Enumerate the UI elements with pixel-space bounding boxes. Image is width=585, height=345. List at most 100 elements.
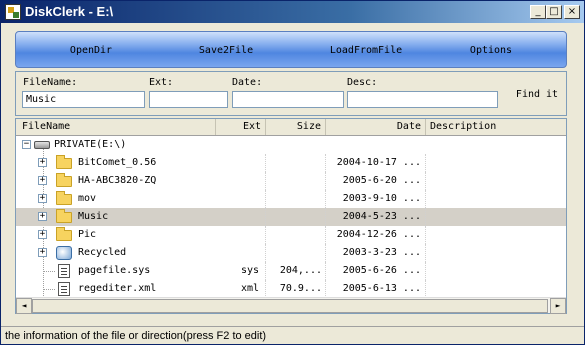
- tree-row[interactable]: + Recycled 2003-3-23 ...: [16, 244, 566, 262]
- column-header-description[interactable]: Description: [426, 119, 566, 135]
- tree-connector-line: [43, 289, 55, 290]
- tree-row-name: HA-ABC3820-ZQ: [78, 175, 157, 186]
- tree-row[interactable]: + Pic 2004-12-26 ...: [16, 226, 566, 244]
- tree-row-ext: [216, 244, 266, 262]
- tree-row-size: [266, 208, 326, 226]
- tree-row-description: [426, 262, 566, 280]
- save-to-file-button[interactable]: Save2File: [181, 32, 271, 69]
- tree-row-name: pagefile.sys: [78, 265, 151, 276]
- expand-icon[interactable]: +: [38, 158, 47, 167]
- tree-row-name: Recycled: [78, 247, 127, 258]
- folder-icon: [56, 155, 72, 169]
- tree-root-row[interactable]: − PRIVATE(E:\): [16, 136, 566, 154]
- tree-row-size: 204,...: [266, 262, 326, 280]
- tree-row[interactable]: + mov 2003-9-10 ...: [16, 190, 566, 208]
- scrollbar-thumb[interactable]: [32, 299, 548, 313]
- toolbar: OpenDir Save2File LoadFromFile Options: [15, 31, 567, 68]
- column-header-size[interactable]: Size: [266, 119, 326, 135]
- tree-row-date: 2005-6-13 ...: [326, 280, 426, 298]
- maximize-button[interactable]: □: [546, 5, 562, 19]
- expand-icon[interactable]: +: [38, 194, 47, 203]
- file-tree[interactable]: FileName Ext Size Date Description − PRI…: [15, 118, 567, 314]
- tree-row-date: 2004-12-26 ...: [326, 226, 426, 244]
- expand-icon[interactable]: +: [38, 248, 47, 257]
- scroll-left-arrow-icon[interactable]: ◄: [16, 298, 32, 314]
- scroll-right-arrow-icon[interactable]: ►: [550, 298, 566, 314]
- desc-label: Desc:: [347, 77, 378, 88]
- tree-row-size: [266, 244, 326, 262]
- tree-row-description: [426, 226, 566, 244]
- tree-row-ext: sys: [216, 262, 266, 280]
- date-label: Date:: [232, 77, 263, 88]
- column-header-ext[interactable]: Ext: [216, 119, 266, 135]
- column-header: FileName Ext Size Date Description: [16, 119, 566, 136]
- desc-input[interactable]: [347, 91, 498, 108]
- file-name-label: FileName:: [23, 77, 78, 88]
- tree-row-date: 2004-10-17 ...: [326, 154, 426, 172]
- app-window: DiskClerk - E:\ _ □ × OpenDir Save2File …: [0, 0, 585, 345]
- tree-row-name: Pic: [78, 229, 97, 240]
- file-name-input[interactable]: [22, 91, 145, 108]
- folder-icon: [56, 209, 72, 223]
- tree-connector-line: [43, 271, 55, 272]
- status-text: the information of the file or direction…: [5, 330, 267, 342]
- document-file-icon: [58, 282, 70, 296]
- tree-row-ext: [216, 172, 266, 190]
- find-it-button[interactable]: Find it: [511, 89, 563, 103]
- app-logo-icon[interactable]: [5, 4, 21, 20]
- ext-label: Ext:: [149, 77, 174, 88]
- tree-row-ext: [216, 154, 266, 172]
- title-bar[interactable]: DiskClerk - E:\ _ □ ×: [1, 1, 584, 23]
- tree-row-date: 2003-3-23 ...: [326, 244, 426, 262]
- system-file-icon: [58, 264, 70, 278]
- tree-row-description: [426, 190, 566, 208]
- search-panel: FileName: Ext: Date: Desc: Find it: [15, 71, 567, 116]
- tree-row-ext: xml: [216, 280, 266, 298]
- tree-row-name: regediter.xml: [78, 283, 157, 294]
- folder-icon: [56, 191, 72, 205]
- tree-row-size: [266, 226, 326, 244]
- tree-row-ext: [216, 208, 266, 226]
- tree-row[interactable]: regediter.xml xml 70.9... 2005-6-13 ...: [16, 280, 566, 298]
- drive-icon: [34, 141, 50, 149]
- tree-row-date: 2005-6-26 ...: [326, 262, 426, 280]
- tree-row-size: [266, 172, 326, 190]
- horizontal-scrollbar[interactable]: ◄ ►: [16, 297, 566, 314]
- tree-row-name: mov: [78, 193, 97, 204]
- tree-row[interactable]: + Music 2004-5-23 ...: [16, 208, 566, 226]
- expand-icon[interactable]: +: [38, 212, 47, 221]
- tree-row-date: 2004-5-23 ...: [326, 208, 426, 226]
- options-button[interactable]: Options: [446, 32, 536, 69]
- folder-icon: [56, 227, 72, 241]
- load-from-file-button[interactable]: LoadFromFile: [306, 32, 426, 69]
- tree-row[interactable]: + HA-ABC3820-ZQ 2005-6-20 ...: [16, 172, 566, 190]
- tree-row-size: 70.9...: [266, 280, 326, 298]
- root-drive-label: PRIVATE(E:\): [54, 139, 127, 150]
- status-bar: the information of the file or direction…: [1, 326, 584, 344]
- tree-row-size: [266, 154, 326, 172]
- tree-row-date: 2005-6-20 ...: [326, 172, 426, 190]
- minimize-button[interactable]: _: [530, 5, 546, 19]
- collapse-icon[interactable]: −: [22, 140, 31, 149]
- ext-input[interactable]: [149, 91, 228, 108]
- recycle-bin-icon: [56, 246, 72, 260]
- column-header-date[interactable]: Date: [326, 119, 426, 135]
- tree-row[interactable]: + BitComet_0.56 2004-10-17 ...: [16, 154, 566, 172]
- expand-icon[interactable]: +: [38, 230, 47, 239]
- folder-icon: [56, 173, 72, 187]
- tree-row-description: [426, 244, 566, 262]
- tree-row-ext: [216, 226, 266, 244]
- expand-icon[interactable]: +: [38, 176, 47, 185]
- tree-row-description: [426, 208, 566, 226]
- close-button[interactable]: ×: [564, 5, 580, 19]
- tree-row-description: [426, 154, 566, 172]
- tree-row-name: BitComet_0.56: [78, 157, 157, 168]
- tree-row-description: [426, 172, 566, 190]
- tree-row-description: [426, 280, 566, 298]
- tree-row-name: Music: [78, 211, 109, 222]
- tree-row-size: [266, 190, 326, 208]
- column-header-filename[interactable]: FileName: [16, 119, 216, 135]
- date-input[interactable]: [232, 91, 344, 108]
- open-dir-button[interactable]: OpenDir: [46, 32, 136, 69]
- tree-row[interactable]: pagefile.sys sys 204,... 2005-6-26 ...: [16, 262, 566, 280]
